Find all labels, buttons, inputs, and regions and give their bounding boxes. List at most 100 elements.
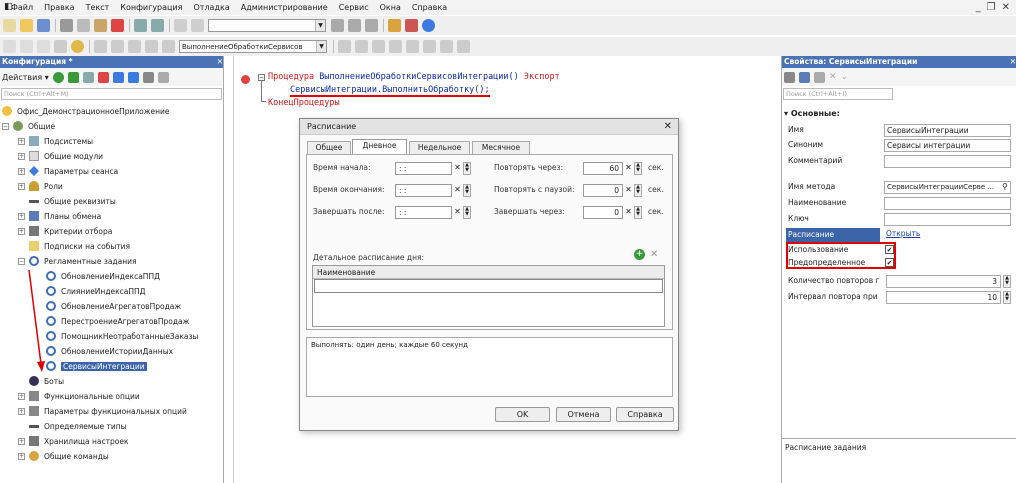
clear-icon[interactable]: ✕ bbox=[453, 206, 462, 219]
close-icon[interactable]: ✕ bbox=[1010, 56, 1016, 68]
copy-icon[interactable] bbox=[77, 19, 90, 32]
module-icon[interactable] bbox=[3, 40, 16, 53]
prop-key-value[interactable] bbox=[884, 213, 1011, 226]
tree-item-settings-storages[interactable]: + Хранилища настроек bbox=[18, 434, 128, 448]
menu-edit[interactable]: Правка bbox=[44, 3, 74, 12]
sort-alpha-icon[interactable] bbox=[784, 71, 795, 83]
tree-item-job[interactable]: ОбновлениеИсторииДанных bbox=[46, 344, 173, 358]
tree-item-fo-params[interactable]: + Параметры функциональных опций bbox=[18, 404, 187, 418]
expand-icon[interactable]: + bbox=[18, 437, 25, 445]
add-child-icon[interactable] bbox=[67, 71, 79, 83]
repeat-every-field[interactable]: 60 bbox=[583, 162, 623, 175]
menu-debug[interactable]: Отладка bbox=[193, 3, 229, 12]
new-icon[interactable] bbox=[3, 19, 16, 32]
layout-icon[interactable] bbox=[37, 40, 50, 53]
paste-icon[interactable] bbox=[94, 19, 107, 32]
collapse-icon[interactable]: − bbox=[2, 122, 9, 130]
move-down-icon[interactable] bbox=[127, 71, 139, 83]
find-icon[interactable] bbox=[174, 19, 187, 32]
menu-file[interactable]: Файл bbox=[11, 3, 33, 12]
search-icon[interactable]: ⚲ bbox=[1002, 182, 1008, 191]
chevron-down-icon[interactable]: ▼ bbox=[315, 20, 325, 31]
replace-icon[interactable] bbox=[365, 19, 378, 32]
expand-icon[interactable]: + bbox=[18, 407, 25, 415]
menu-admin[interactable]: Администрирование bbox=[241, 3, 328, 12]
tree-item-common[interactable]: − Общие bbox=[2, 119, 55, 133]
tree-item-job[interactable]: ПомощникНеотработанныеЗаказы bbox=[46, 329, 198, 343]
schedule-open-link[interactable]: Открыть bbox=[886, 229, 920, 238]
open-icon[interactable] bbox=[20, 19, 33, 32]
indent-icon[interactable] bbox=[94, 40, 107, 53]
close-icon[interactable]: ✕ bbox=[217, 56, 223, 68]
chevron-down-icon[interactable]: ▼ bbox=[316, 41, 326, 52]
tree-item-job[interactable]: ОбновлениеИндексаППД bbox=[46, 269, 160, 283]
calc-icon[interactable] bbox=[423, 40, 436, 53]
comment-icon[interactable] bbox=[128, 40, 141, 53]
expand-icon[interactable]: + bbox=[18, 137, 25, 145]
spinner-icon[interactable]: ▲ ▼ bbox=[634, 206, 642, 219]
cancel-button[interactable]: Отмена bbox=[556, 407, 611, 422]
move-up-icon[interactable] bbox=[112, 71, 124, 83]
delete-icon[interactable] bbox=[97, 71, 109, 83]
spinner-icon[interactable]: ▲ ▼ bbox=[1003, 275, 1011, 288]
menu-config[interactable]: Конфигурация bbox=[120, 3, 182, 12]
spinner-icon[interactable]: ▲ ▼ bbox=[634, 184, 642, 197]
spinner-icon[interactable]: ▲ ▼ bbox=[463, 184, 471, 197]
breakpoint-marker-icon[interactable] bbox=[241, 75, 250, 84]
close-icon[interactable]: ✕ bbox=[1002, 2, 1010, 13]
clear-icon[interactable]: ✕ bbox=[624, 206, 633, 219]
start-time-field[interactable]: : : bbox=[395, 162, 452, 175]
finish-in-field[interactable]: 0 bbox=[583, 206, 623, 219]
clear-icon[interactable]: ✕ bbox=[453, 184, 462, 197]
redo-icon[interactable] bbox=[151, 19, 164, 32]
uncomment-icon[interactable] bbox=[145, 40, 158, 53]
expand-icon[interactable]: + bbox=[18, 452, 25, 460]
collapse-icon[interactable]: − bbox=[258, 74, 265, 81]
tree-item-roles[interactable]: + Роли bbox=[18, 179, 63, 193]
tab-daily[interactable]: Дневное bbox=[352, 139, 407, 154]
tab-monthly[interactable]: Месячное bbox=[472, 141, 530, 154]
table-row[interactable] bbox=[314, 279, 663, 293]
debug-settings-icon[interactable] bbox=[457, 40, 470, 53]
actions-menu[interactable]: Действия ▾ bbox=[2, 73, 49, 82]
prop-retry-interval-value[interactable]: 10 bbox=[886, 291, 1001, 304]
ok-button[interactable]: OK bbox=[495, 407, 550, 422]
breakpoint-icon[interactable] bbox=[338, 40, 351, 53]
undo-icon[interactable] bbox=[134, 19, 147, 32]
menu-help[interactable]: Справка bbox=[412, 3, 447, 12]
tree-item-common-commands[interactable]: + Общие команды bbox=[18, 449, 109, 463]
stack-icon[interactable] bbox=[440, 40, 453, 53]
delete-icon[interactable]: ✕ bbox=[650, 249, 658, 260]
tree-item-common-modules[interactable]: + Общие модули bbox=[18, 149, 103, 163]
menu-service[interactable]: Сервис bbox=[339, 3, 369, 12]
pause-field[interactable]: 0 bbox=[583, 184, 623, 197]
filter-icon[interactable] bbox=[157, 71, 169, 83]
predefined-checkbox[interactable]: ✔ bbox=[885, 258, 894, 267]
save-icon[interactable] bbox=[37, 19, 50, 32]
tab-general[interactable]: Общее bbox=[307, 141, 351, 154]
add-icon[interactable] bbox=[52, 71, 64, 83]
tree-item-session-params[interactable]: + Параметры сеанса bbox=[18, 164, 118, 178]
spinner-icon[interactable]: ▲ ▼ bbox=[1003, 291, 1011, 304]
syntax-check-icon[interactable] bbox=[405, 19, 418, 32]
tree-item-exchange-plans[interactable]: + Планы обмена bbox=[18, 209, 101, 223]
prop-synonym-value[interactable]: Сервисы интеграции bbox=[884, 139, 1011, 152]
finish-after-field[interactable]: : : bbox=[395, 206, 452, 219]
expand-icon[interactable]: + bbox=[18, 167, 25, 175]
tree-item-subsystems[interactable]: + Подсистемы bbox=[18, 134, 93, 148]
menu-windows[interactable]: Окна bbox=[380, 3, 401, 12]
prop-description-value[interactable] bbox=[884, 197, 1011, 210]
tab-weekly[interactable]: Недельное bbox=[409, 141, 470, 154]
expand-icon[interactable]: + bbox=[18, 392, 25, 400]
props-search-input[interactable]: Поиск (Ctrl+Alt+I) bbox=[783, 88, 893, 100]
clear-icon[interactable]: ✕ bbox=[624, 184, 633, 197]
categories-icon[interactable] bbox=[799, 71, 810, 83]
prop-comment-value[interactable] bbox=[884, 155, 1011, 168]
section-basic[interactable]: ▾ Основные: bbox=[784, 109, 840, 118]
prop-name-value[interactable]: СервисыИнтеграции bbox=[884, 124, 1011, 137]
tree-item-scheduled-jobs[interactable]: − Регламентные задания bbox=[18, 254, 137, 268]
add-icon[interactable]: + bbox=[634, 249, 645, 260]
tree-item-root[interactable]: Офис_ДемонстрационноеПриложение bbox=[2, 104, 170, 118]
spinner-icon[interactable]: ▲ ▼ bbox=[634, 162, 642, 175]
prop-retry-count-value[interactable]: 3 bbox=[886, 275, 1001, 288]
